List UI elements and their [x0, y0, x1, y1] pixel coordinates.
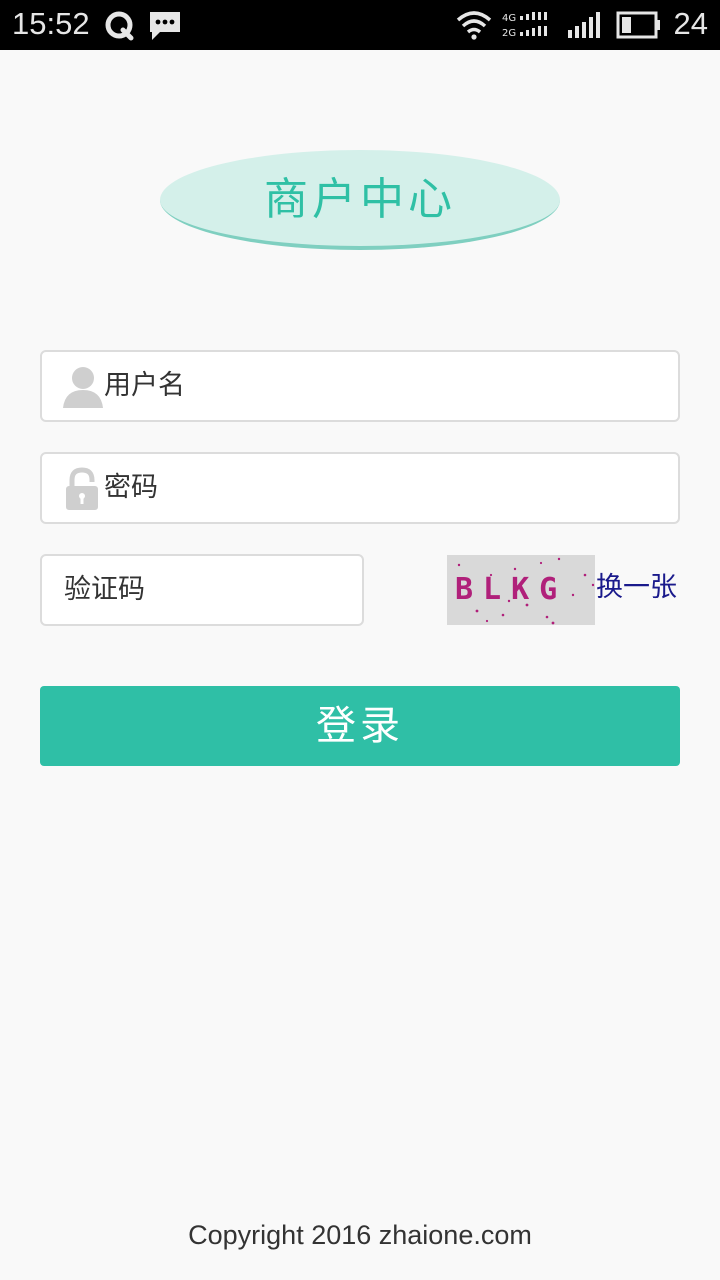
refresh-captcha-link[interactable]: 换一张	[596, 568, 677, 608]
copyright-text: Copyright 2016 zhaione.com	[188, 1220, 532, 1250]
q-app-icon	[105, 11, 134, 41]
wifi-icon	[456, 11, 492, 40]
captcha-placeholder: 验证码	[64, 574, 145, 605]
login-button[interactable]: 登录	[40, 686, 680, 766]
password-field[interactable]: 密码	[40, 452, 680, 524]
username-placeholder: 用户名	[104, 370, 185, 401]
svg-text:4G: 4G	[502, 13, 516, 24]
network-4g-2g-icon: 4G 2G	[502, 12, 547, 39]
battery-level: 24	[673, 6, 708, 41]
lock-icon	[66, 467, 98, 510]
captcha-code: BLKG	[455, 572, 567, 607]
message-icon	[150, 12, 180, 40]
battery-icon	[616, 11, 660, 39]
page-title: 商户中心	[264, 174, 456, 225]
captcha-image[interactable]: BLKG	[447, 555, 595, 625]
status-time: 15:52	[12, 6, 90, 41]
username-field[interactable]: 用户名	[40, 350, 680, 422]
signal-icon	[568, 12, 600, 38]
captcha-field[interactable]: 验证码	[40, 554, 364, 626]
svg-text:2G: 2G	[502, 28, 516, 39]
user-icon	[63, 367, 103, 408]
status-bar: 15:52 4G 2G 24	[0, 0, 720, 50]
password-placeholder: 密码	[104, 472, 158, 503]
